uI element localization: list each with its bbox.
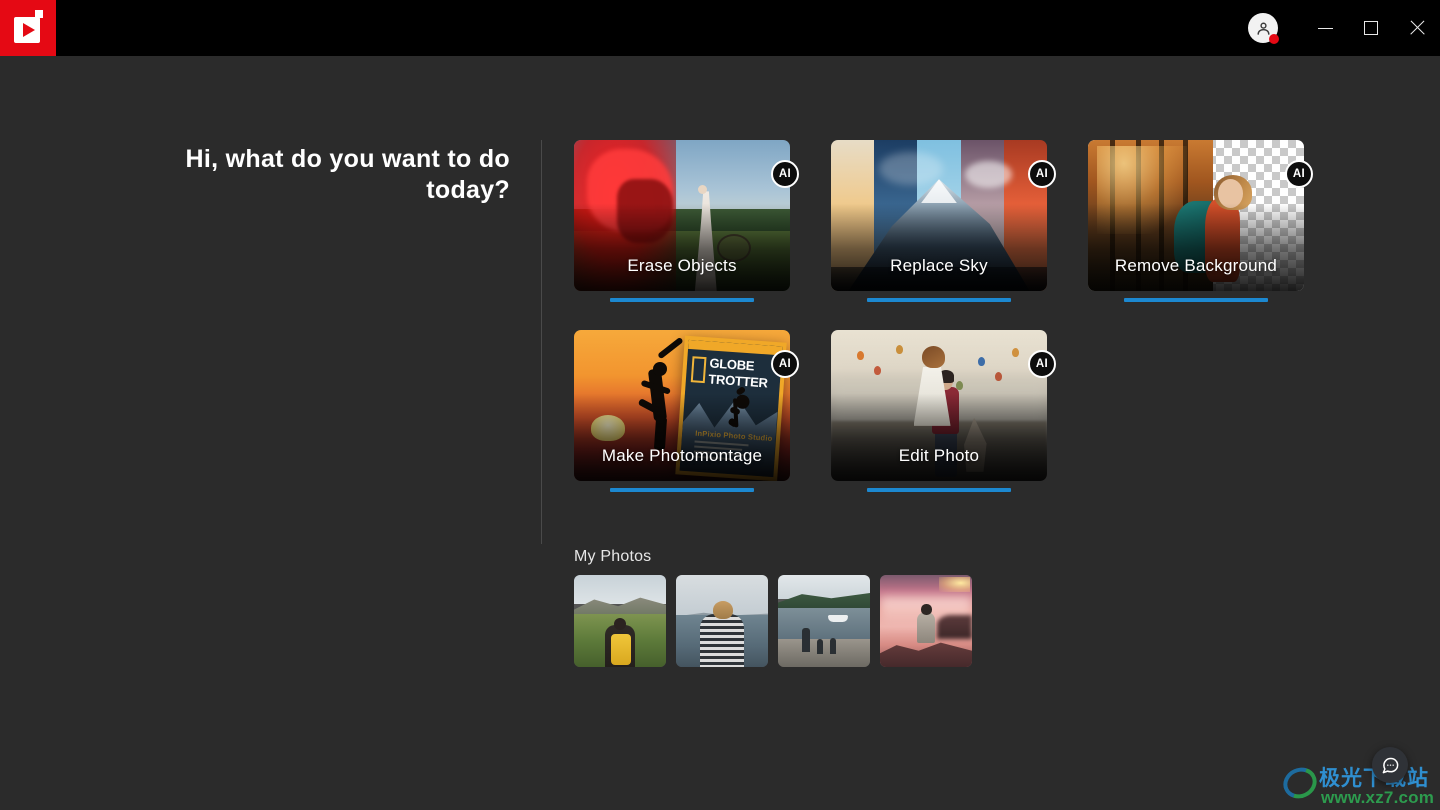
feature-card-label: Remove Background [1114,256,1278,275]
my-photo-thumbnail-1[interactable] [574,575,666,667]
feature-card-replace-sky[interactable]: AI Replace Sky [831,140,1056,305]
support-chat-button[interactable] [1372,747,1408,783]
minimize-icon [1317,27,1333,29]
ai-badge-icon: AI [1285,160,1313,188]
card-accent-bar [867,298,1011,302]
greeting-heading: Hi, what do you want to do today? [185,145,510,204]
site-watermark: 极光下载站 www.xz7.com [1278,762,1435,810]
minimize-button[interactable] [1302,0,1348,56]
ai-badge-icon: AI [1028,160,1056,188]
my-photos-list [574,575,972,667]
chat-bubble-icon [1382,757,1398,773]
maximize-button[interactable] [1348,0,1394,56]
feature-card-remove-background[interactable]: AI Remove Background [1088,140,1313,305]
title-bar [0,0,1440,56]
logo-play-triangle-icon [23,23,35,37]
watermark-swirl-icon [1278,762,1322,804]
app-logo-icon[interactable] [0,0,56,56]
card-accent-bar [1124,298,1268,302]
feature-card-row-1: AI Erase Objects AI Replace Sky AI Remov… [574,140,1314,305]
card-accent-bar [867,488,1011,492]
card-accent-bar [610,488,754,492]
account-button[interactable] [1248,13,1279,44]
logo-corner-square [35,10,43,18]
feature-card-edit-photo[interactable]: AI Edit Photo [831,330,1056,495]
ai-badge-icon: AI [771,350,799,378]
my-photo-thumbnail-2[interactable] [676,575,768,667]
close-button[interactable] [1394,0,1440,56]
account-notification-dot [1269,34,1279,44]
feature-card-grid: AI Erase Objects AI Replace Sky AI Remov… [574,140,1314,520]
ai-badge-icon: AI [771,160,799,188]
feature-card-label: Replace Sky [890,256,988,275]
maximize-icon [1364,21,1378,35]
logo-inner-square [14,17,40,43]
feature-card-label: Edit Photo [898,446,980,465]
main-content: Hi, what do you want to do today? AI Era… [0,56,1440,807]
my-photo-thumbnail-4[interactable] [880,575,972,667]
my-photos-heading: My Photos [574,548,652,565]
feature-card-erase-objects[interactable]: AI Erase Objects [574,140,799,305]
feature-card-row-2: GLOBE TROTTER InPixio Photo Studio [574,330,1314,495]
ai-badge-icon: AI [1028,350,1056,378]
close-icon [1409,20,1425,36]
vertical-divider [541,140,542,544]
feature-card-label: Erase Objects [627,256,737,275]
feature-card-label: Make Photomontage [601,446,763,465]
my-photo-thumbnail-3[interactable] [778,575,870,667]
feature-card-make-photomontage[interactable]: GLOBE TROTTER InPixio Photo Studio [574,330,799,495]
card-accent-bar [610,298,754,302]
watermark-url: www.xz7.com [1321,788,1435,807]
